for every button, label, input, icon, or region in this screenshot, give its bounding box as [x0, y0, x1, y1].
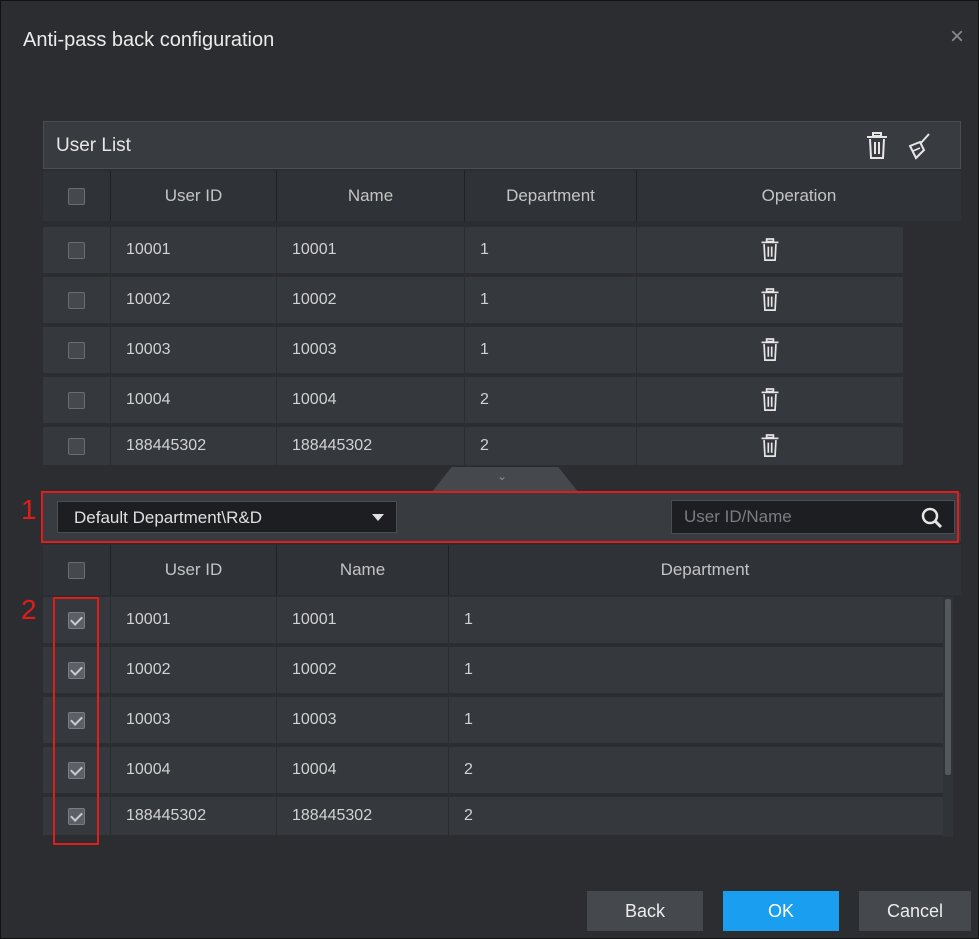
table-row[interactable]: 10001 10001 1 — [43, 597, 943, 645]
trash-icon[interactable] — [864, 132, 890, 160]
department-select[interactable]: Default Department\R&D — [57, 501, 397, 533]
select-all-checkbox[interactable] — [68, 561, 85, 579]
cell-user-id: 188445302 — [111, 427, 277, 465]
annotation-marker-2: 2 — [21, 594, 37, 625]
trash-icon[interactable] — [759, 338, 781, 362]
cell-department: 2 — [464, 807, 473, 824]
search-input[interactable] — [672, 501, 912, 533]
cell-name: 10004 — [277, 747, 449, 793]
table-row[interactable]: 10004 10004 2 — [43, 747, 943, 795]
cancel-button[interactable]: Cancel — [859, 891, 971, 931]
select-all-cell — [43, 171, 111, 221]
col-operation: Operation — [761, 186, 837, 205]
cell-name: 10001 — [277, 227, 465, 273]
cell-name: 188445302 — [277, 427, 465, 465]
cell-department: 1 — [465, 227, 637, 273]
col-name: Name — [277, 171, 465, 221]
cell-user-id: 10003 — [111, 697, 277, 743]
row-checkbox-checked[interactable] — [68, 611, 85, 629]
user-list-header: User List — [43, 121, 961, 169]
scrollbar-thumb[interactable] — [945, 599, 951, 775]
cell-user-id: 10001 — [111, 227, 277, 273]
table-row[interactable]: 10002 10002 1 — [43, 647, 943, 695]
row-checkbox[interactable] — [68, 437, 85, 455]
row-checkbox-checked[interactable] — [68, 807, 85, 825]
table-row[interactable]: 10002 10002 1 — [43, 277, 903, 325]
selection-grid-header: User ID Name Department — [43, 545, 961, 595]
cell-user-id: 10004 — [111, 377, 277, 423]
cell-department: 2 — [464, 761, 473, 778]
chevron-down-icon: ⌄ — [497, 469, 508, 483]
table-row[interactable]: 188445302 188445302 2 — [43, 797, 943, 837]
cell-user-id: 10002 — [111, 277, 277, 323]
table-row[interactable]: 188445302 188445302 2 — [43, 427, 903, 467]
cell-name: 10004 — [277, 377, 465, 423]
title-bar: Anti-pass back configuration × — [1, 1, 978, 79]
cell-department: 1 — [465, 277, 637, 323]
broom-clear-icon[interactable] — [906, 132, 932, 160]
cell-name: 10001 — [277, 597, 449, 643]
table-row[interactable]: 10003 10003 1 — [43, 327, 903, 375]
cell-name: 188445302 — [277, 797, 449, 835]
user-list-title: User List — [56, 135, 131, 156]
cell-user-id: 10004 — [111, 747, 277, 793]
row-checkbox[interactable] — [68, 291, 85, 309]
user-list-grid-header: User ID Name Department Operation — [43, 171, 961, 221]
col-user-id: User ID — [111, 171, 277, 221]
table-row[interactable]: 10001 10001 1 — [43, 227, 903, 275]
annotation-marker-1: 1 — [21, 494, 37, 525]
row-checkbox-checked[interactable] — [68, 661, 85, 679]
trash-icon[interactable] — [759, 288, 781, 312]
search-box — [671, 500, 955, 534]
row-checkbox[interactable] — [68, 241, 85, 259]
table-row[interactable]: 10004 10004 2 — [43, 377, 903, 425]
col-user-id: User ID — [111, 545, 277, 595]
cell-department: 1 — [465, 327, 637, 373]
collapse-toggle[interactable]: ⌄ — [431, 467, 579, 493]
dialog-title: Anti-pass back configuration — [23, 29, 275, 51]
cell-name: 10002 — [277, 647, 449, 693]
trash-icon[interactable] — [759, 388, 781, 412]
cell-user-id: 10001 — [111, 597, 277, 643]
row-checkbox-checked[interactable] — [68, 711, 85, 729]
caret-down-icon — [372, 514, 384, 521]
cell-department: 2 — [465, 427, 637, 465]
cell-user-id: 10003 — [111, 327, 277, 373]
ok-button[interactable]: OK — [723, 891, 839, 931]
cell-name: 10003 — [277, 697, 449, 743]
cell-department: 1 — [464, 661, 473, 678]
filter-toolbar: Default Department\R&D — [43, 493, 961, 541]
row-checkbox[interactable] — [68, 341, 85, 359]
select-all-checkbox[interactable] — [68, 187, 85, 205]
col-department: Department — [465, 171, 637, 221]
row-checkbox-checked[interactable] — [68, 761, 85, 779]
back-button[interactable]: Back — [587, 891, 703, 931]
cell-department: 2 — [465, 377, 637, 423]
trash-icon[interactable] — [759, 238, 781, 262]
cell-department: 1 — [464, 711, 473, 728]
cell-name: 10003 — [277, 327, 465, 373]
close-icon[interactable]: × — [946, 25, 968, 49]
row-checkbox[interactable] — [68, 391, 85, 409]
department-select-value: Default Department\R&D — [74, 508, 263, 527]
cell-user-id: 10002 — [111, 647, 277, 693]
col-department: Department — [660, 560, 750, 579]
cell-user-id: 188445302 — [111, 797, 277, 835]
cell-name: 10002 — [277, 277, 465, 323]
anti-pass-back-dialog: Anti-pass back configuration × User List… — [0, 0, 979, 939]
select-all-cell — [43, 545, 111, 595]
cell-department: 1 — [464, 611, 473, 628]
table-row[interactable]: 10003 10003 1 — [43, 697, 943, 745]
col-name: Name — [277, 545, 449, 595]
search-icon[interactable] — [920, 506, 944, 530]
trash-icon[interactable] — [759, 434, 781, 458]
